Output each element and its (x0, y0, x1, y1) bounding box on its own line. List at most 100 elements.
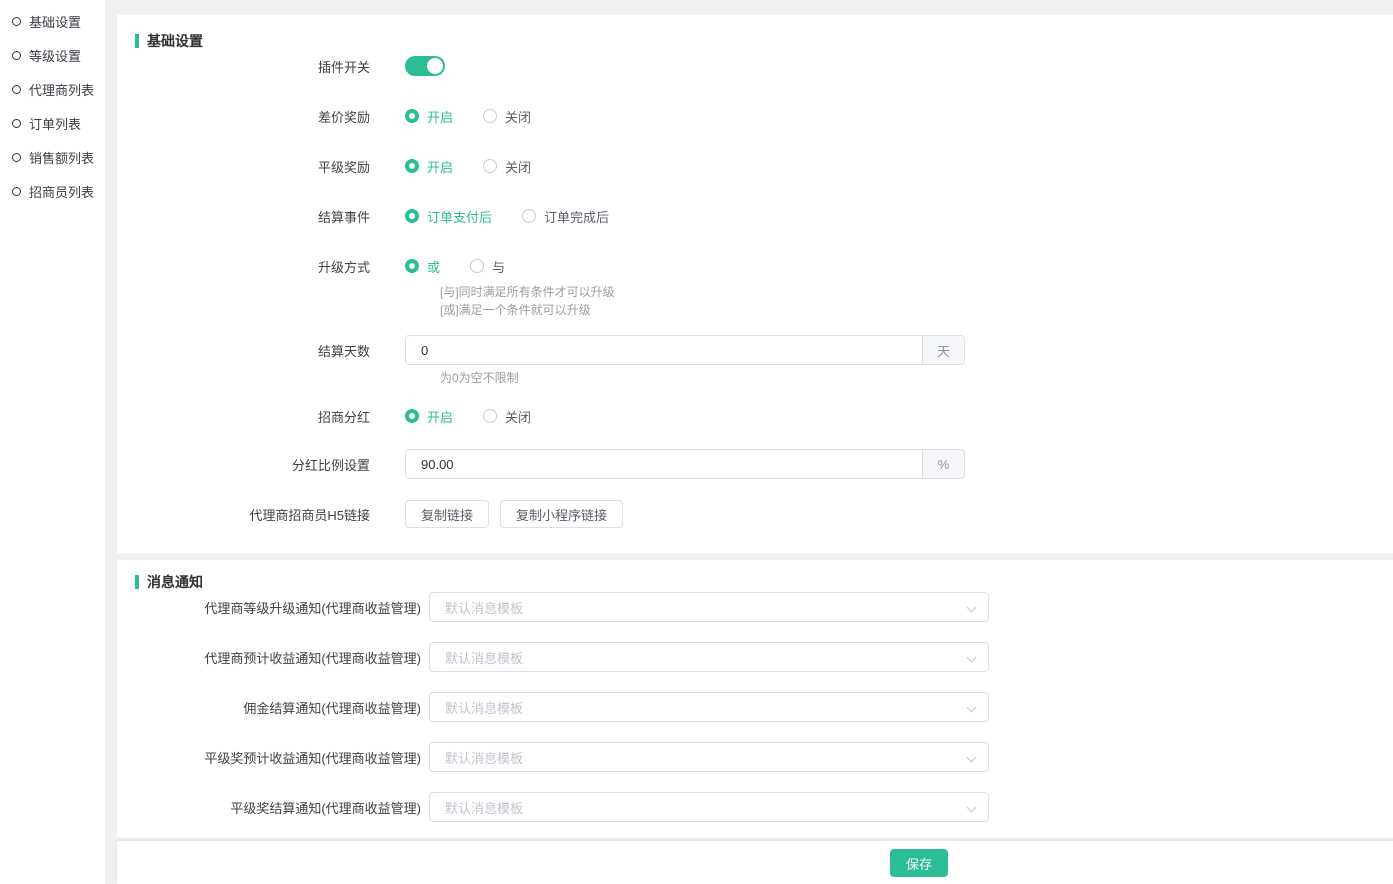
row-peer-reward: 平级奖励 开启 关闭 (135, 151, 1393, 181)
field-label: 佣金结算通知(代理商收益管理) (135, 698, 429, 717)
tip-text: [或]满足一个条件就可以升级 (440, 301, 1393, 319)
radio-upgrade-or[interactable]: 或 (405, 257, 440, 276)
field-label: 平级奖励 (135, 157, 405, 176)
field-label: 代理商等级升级通知(代理商收益管理) (135, 598, 429, 617)
radio-icon (470, 259, 484, 273)
sidebar-item-label: 销售额列表 (29, 148, 94, 167)
sidebar-item-sales-list[interactable]: 销售额列表 (0, 140, 105, 174)
radio-settle-after-pay[interactable]: 订单支付后 (405, 207, 492, 226)
radio-label: 关闭 (505, 107, 531, 126)
select-placeholder: 默认消息模板 (445, 648, 523, 667)
select-placeholder: 默认消息模板 (445, 698, 523, 717)
row-notify-level-upgrade: 代理商等级升级通知(代理商收益管理) 默认消息模板 (135, 592, 1393, 622)
radio-invest-dividend-on[interactable]: 开启 (405, 407, 453, 426)
settle-days-tip: 为0为空不限制 (440, 370, 1393, 387)
save-button[interactable]: 保存 (890, 849, 948, 877)
radio-label: 开启 (427, 407, 453, 426)
radio-price-diff-on[interactable]: 开启 (405, 107, 453, 126)
field-label: 结算天数 (135, 341, 405, 360)
tip-text: [与]同时满足所有条件才可以升级 (440, 283, 1393, 301)
section-title-text: 消息通知 (147, 572, 203, 592)
radio-label: 订单支付后 (427, 207, 492, 226)
dividend-ratio-input[interactable] (406, 450, 922, 478)
section-title-notify: 消息通知 (135, 574, 1393, 590)
radio-peer-reward-off[interactable]: 关闭 (483, 157, 531, 176)
field-label: 升级方式 (135, 257, 405, 276)
row-settle-event: 结算事件 订单支付后 订单完成后 (135, 201, 1393, 231)
notify-level-upgrade-select[interactable]: 默认消息模板 (429, 592, 989, 622)
radio-settle-after-complete[interactable]: 订单完成后 (522, 207, 609, 226)
radio-upgrade-and[interactable]: 与 (470, 257, 505, 276)
row-plugin-switch: 插件开关 (135, 51, 1393, 81)
section-title-basic: 基础设置 (135, 33, 1393, 49)
notify-expected-income-select[interactable]: 默认消息模板 (429, 642, 989, 672)
row-dividend-ratio: 分红比例设置 % (135, 449, 1393, 479)
field-label: 平级奖预计收益通知(代理商收益管理) (135, 748, 429, 767)
circle-icon (12, 153, 21, 162)
radio-price-diff-off[interactable]: 关闭 (483, 107, 531, 126)
row-notify-expected-income: 代理商预计收益通知(代理商收益管理) 默认消息模板 (135, 642, 1393, 672)
section-bar-icon (135, 575, 139, 589)
select-placeholder: 默认消息模板 (445, 598, 523, 617)
radio-peer-reward-on[interactable]: 开启 (405, 157, 453, 176)
row-invest-dividend: 招商分红 开启 关闭 (135, 401, 1393, 431)
field-label: 差价奖励 (135, 107, 405, 126)
upgrade-mode-tips: [与]同时满足所有条件才可以升级 [或]满足一个条件就可以升级 (440, 283, 1393, 319)
circle-icon (12, 85, 21, 94)
radio-label: 订单完成后 (544, 207, 609, 226)
notify-peer-settle-select[interactable]: 默认消息模板 (429, 792, 989, 822)
select-placeholder: 默认消息模板 (445, 748, 523, 767)
sidebar-item-label: 订单列表 (29, 114, 81, 133)
plugin-switch-toggle[interactable] (405, 56, 445, 76)
sidebar-item-label: 招商员列表 (29, 182, 94, 201)
sidebar: 基础设置 等级设置 代理商列表 订单列表 销售额列表 招商员列表 (0, 0, 105, 884)
sidebar-item-level-settings[interactable]: 等级设置 (0, 38, 105, 72)
copy-link-button[interactable]: 复制链接 (405, 500, 489, 528)
radio-label: 关闭 (505, 157, 531, 176)
circle-icon (12, 119, 21, 128)
chevron-down-icon (968, 604, 976, 612)
chevron-down-icon (968, 804, 976, 812)
sidebar-item-order-list[interactable]: 订单列表 (0, 106, 105, 140)
radio-icon (405, 109, 419, 123)
footer-bar: 保存 (117, 841, 1393, 884)
sidebar-item-label: 等级设置 (29, 46, 81, 65)
row-notify-peer-settle: 平级奖结算通知(代理商收益管理) 默认消息模板 (135, 792, 1393, 822)
radio-label: 开启 (427, 107, 453, 126)
radio-icon (483, 159, 497, 173)
radio-icon (405, 259, 419, 273)
row-h5-link: 代理商招商员H5链接 复制链接 复制小程序链接 (135, 499, 1393, 529)
sidebar-item-basic-settings[interactable]: 基础设置 (0, 4, 105, 38)
field-label: 插件开关 (135, 57, 405, 76)
sidebar-item-label: 代理商列表 (29, 80, 94, 99)
toggle-knob-icon (427, 58, 443, 74)
input-suffix-unit: 天 (922, 336, 964, 364)
sidebar-item-recruiter-list[interactable]: 招商员列表 (0, 174, 105, 208)
section-title-text: 基础设置 (147, 31, 203, 51)
settle-days-input-group: 天 (405, 335, 965, 365)
sidebar-item-label: 基础设置 (29, 12, 81, 31)
notify-commission-settle-select[interactable]: 默认消息模板 (429, 692, 989, 722)
copy-mini-program-link-button[interactable]: 复制小程序链接 (500, 500, 623, 528)
radio-invest-dividend-off[interactable]: 关闭 (483, 407, 531, 426)
message-notify-card: 消息通知 代理商等级升级通知(代理商收益管理) 默认消息模板 代理商预计收益通知… (117, 560, 1393, 838)
radio-icon (483, 109, 497, 123)
input-suffix-unit: % (922, 450, 964, 478)
select-placeholder: 默认消息模板 (445, 798, 523, 817)
chevron-down-icon (968, 754, 976, 762)
section-bar-icon (135, 34, 139, 48)
radio-label: 开启 (427, 157, 453, 176)
notify-peer-expected-select[interactable]: 默认消息模板 (429, 742, 989, 772)
radio-label: 关闭 (505, 407, 531, 426)
row-notify-peer-expected: 平级奖预计收益通知(代理商收益管理) 默认消息模板 (135, 742, 1393, 772)
app: 基础设置 等级设置 代理商列表 订单列表 销售额列表 招商员列表 基础 (0, 0, 1393, 884)
radio-icon (405, 159, 419, 173)
radio-label: 与 (492, 257, 505, 276)
dividend-ratio-input-group: % (405, 449, 965, 479)
sidebar-item-agent-list[interactable]: 代理商列表 (0, 72, 105, 106)
settle-days-input[interactable] (406, 336, 922, 364)
field-label: 代理商招商员H5链接 (135, 505, 405, 524)
main-content: 基础设置 插件开关 差价奖励 开启 关闭 (105, 0, 1393, 884)
radio-label: 或 (427, 257, 440, 276)
circle-icon (12, 187, 21, 196)
